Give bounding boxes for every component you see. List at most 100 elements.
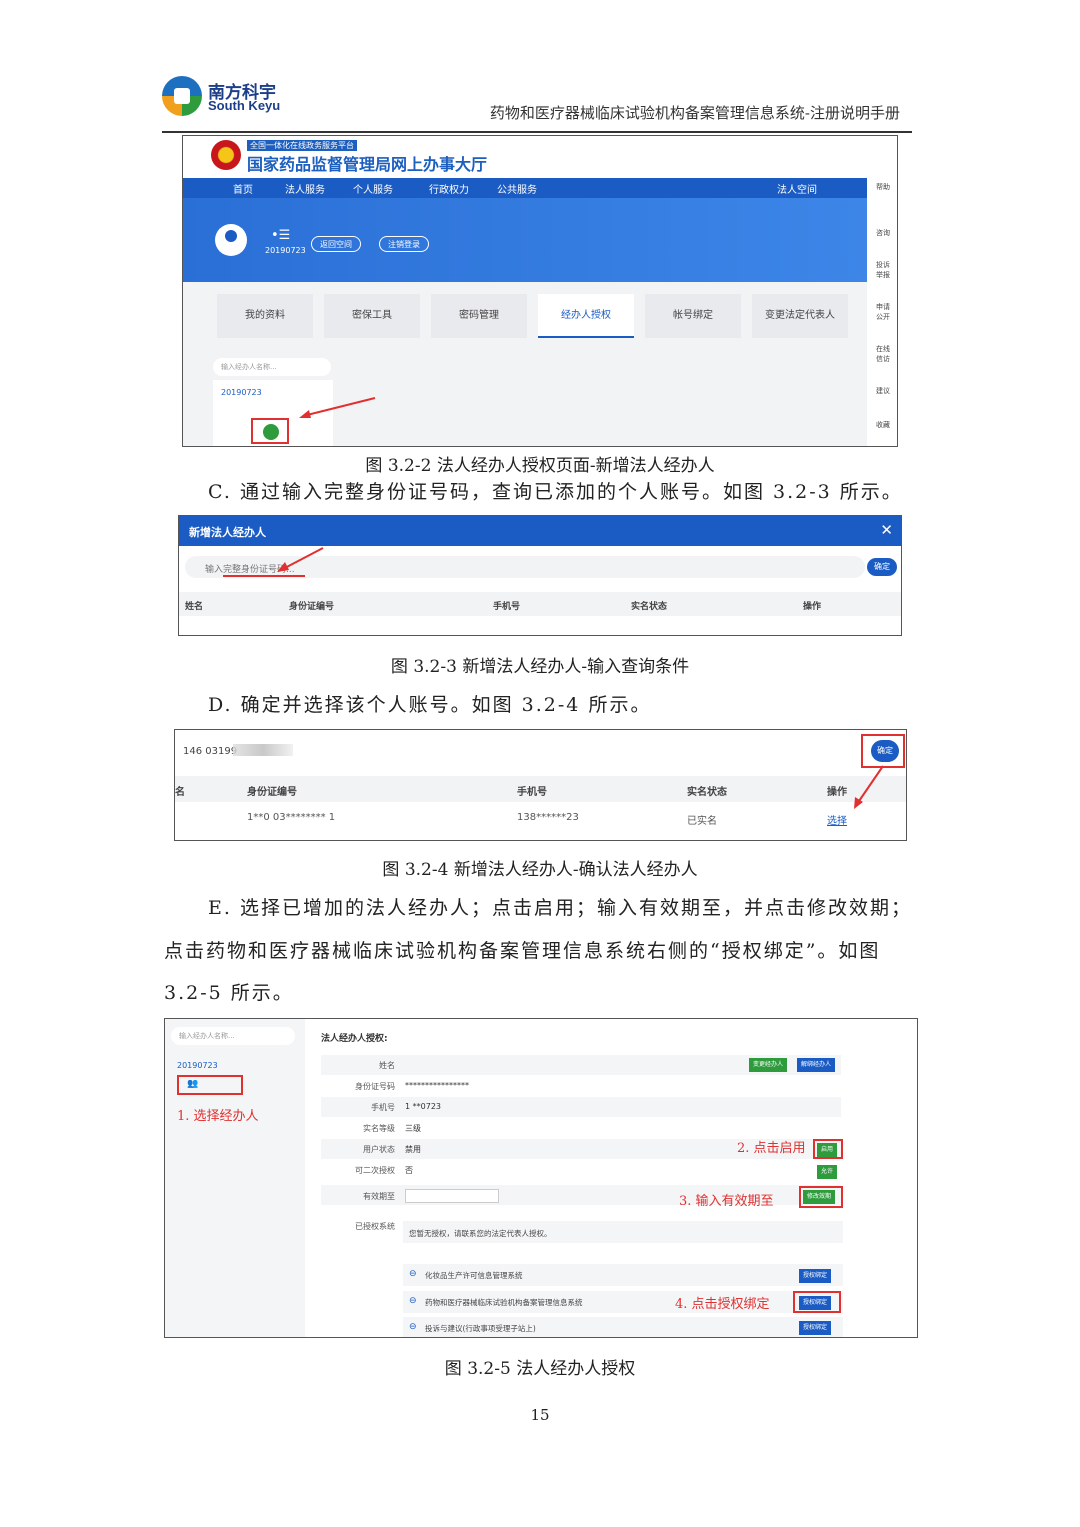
- cell-id-number: 1**0 03******** 1: [247, 812, 336, 823]
- dialog-title: 新增法人经办人: [189, 526, 266, 539]
- cell-phone: 138******23: [517, 812, 579, 823]
- system-name-complaint: 投诉与建议(行政事项受理子站上): [425, 1324, 536, 1333]
- note-select-agent: 1. 选择经办人: [177, 1109, 259, 1124]
- nav-home[interactable]: 首页: [233, 181, 253, 196]
- allow-button[interactable]: 允许: [817, 1165, 838, 1179]
- nav-public-service[interactable]: 公共服务: [497, 181, 537, 196]
- col-name: 姓名: [185, 602, 204, 612]
- col-status: 实名状态: [687, 787, 727, 798]
- back-to-space-button[interactable]: 返回空间: [311, 236, 361, 252]
- avatar: [215, 224, 247, 256]
- paragraph-e-line1: E. 选择已增加的法人经办人；点击启用；输入有效期至，并点击修改效期；: [208, 897, 912, 919]
- agent-search-input[interactable]: 输入经办人名称...: [213, 358, 331, 376]
- annotation-arrow-icon: [277, 547, 324, 572]
- id-search-input[interactable]: 146 03199: [183, 746, 237, 757]
- figure-caption-3-2-4: 图 3.2-4 新增法人经办人-确认法人经办人: [382, 860, 698, 880]
- annotation-arrow-icon: [854, 765, 884, 809]
- link-icon: ⊖: [409, 1296, 417, 1306]
- figure-3-2-2: 全国一体化在线政务服务平台 国家药品监督管理局网上办事大厅 首页 法人服务 个人…: [182, 135, 898, 447]
- value-resubauth: 否: [405, 1166, 413, 1175]
- col-id-number: 身份证编号: [289, 602, 335, 612]
- logout-button[interactable]: 注销登录: [379, 236, 429, 252]
- paragraph-d: D. 确定并选择该个人账号。如图 3.2-4 所示。: [208, 694, 652, 716]
- agent-search-input[interactable]: 输入经办人名称...: [171, 1027, 295, 1045]
- close-icon[interactable]: ✕: [880, 521, 893, 539]
- redaction-blur: [233, 744, 293, 756]
- side-favorite[interactable]: 收藏: [873, 420, 893, 430]
- value-id-number: ****************: [405, 1081, 469, 1090]
- nav-legal-service[interactable]: 法人服务: [285, 181, 325, 196]
- tab-agent-authorization[interactable]: 经办人授权: [538, 294, 634, 338]
- link-icon: ⊖: [409, 1322, 417, 1332]
- highlight-box: [813, 1139, 843, 1159]
- cell-status: 已实名: [687, 816, 717, 827]
- annotation-underline: [223, 575, 305, 577]
- nav-personal-service[interactable]: 个人服务: [353, 181, 393, 196]
- tree-node-id[interactable]: 20190723: [177, 1061, 218, 1070]
- tab-change-legal-rep[interactable]: 变更法定代表人: [752, 294, 848, 338]
- logo-en-text: South Keyu: [208, 98, 281, 113]
- tab-my-profile[interactable]: 我的资料: [217, 294, 313, 338]
- figure-caption-3-2-2: 图 3.2-2 法人经办人授权页面-新增法人经办人: [365, 456, 715, 476]
- highlight-box: [799, 1186, 843, 1208]
- label-realname-level: 实名等级: [363, 1124, 395, 1133]
- unbind-agent-button[interactable]: 解绑经办人: [797, 1058, 836, 1072]
- panel-heading: 法人经办人授权:: [321, 1034, 388, 1044]
- change-agent-button[interactable]: 变更经办人: [749, 1058, 788, 1072]
- no-auth-message: 您暂无授权，请联系您的法定代表人授权。: [409, 1229, 552, 1238]
- note-click-bind: 4. 点击授权绑定: [675, 1297, 770, 1312]
- figure-3-2-4: 146 03199 确定 名 身份证编号 手机号 实名状态 操作 1**0 03…: [174, 729, 907, 841]
- highlight-box: [861, 734, 905, 768]
- agent-group-icon[interactable]: 👥: [187, 1079, 198, 1089]
- annotation-arrow-icon: [299, 397, 376, 418]
- highlight-box: [793, 1291, 841, 1313]
- nav-legal-space[interactable]: 法人空间: [777, 181, 817, 196]
- side-petition[interactable]: 在线信访: [873, 344, 893, 364]
- col-action: 操作: [827, 787, 847, 798]
- paragraph-e-line3: 3.2-5 所示。: [164, 982, 294, 1004]
- tab-security-tools[interactable]: 密保工具: [324, 294, 420, 338]
- add-agent-icon[interactable]: [263, 424, 279, 440]
- label-phone: 手机号: [371, 1103, 395, 1112]
- link-icon: ⊖: [409, 1269, 417, 1279]
- tab-account-binding[interactable]: 帐号绑定: [645, 294, 741, 338]
- label-id-number: 身份证号码: [355, 1082, 395, 1091]
- col-status: 实名状态: [631, 602, 668, 612]
- figure-caption-3-2-3: 图 3.2-3 新增法人经办人-输入查询条件: [390, 657, 690, 677]
- figure-caption-3-2-5: 图 3.2-5 法人经办人授权: [444, 1359, 636, 1379]
- confirm-button[interactable]: 确定: [867, 558, 897, 576]
- dialog-header: [179, 516, 901, 546]
- user-id: 20190723: [265, 246, 306, 255]
- tree-node-id[interactable]: 20190723: [221, 388, 262, 397]
- tab-password[interactable]: 密码管理: [431, 294, 527, 338]
- document-title: 药物和医疗器械临床试验机构备案管理信息系统-注册说明手册: [489, 104, 900, 122]
- side-complaint[interactable]: 投诉举报: [873, 260, 893, 280]
- side-help[interactable]: 帮助: [873, 182, 893, 192]
- side-consult[interactable]: 咨询: [873, 228, 893, 238]
- row-bg: [321, 1097, 841, 1117]
- valid-until-input[interactable]: [405, 1189, 499, 1203]
- bind-button-complaint[interactable]: 授权绑定: [799, 1321, 832, 1335]
- label-name: 姓名: [379, 1061, 395, 1070]
- page-number: 15: [530, 1406, 550, 1424]
- select-link[interactable]: 选择: [827, 812, 847, 827]
- label-valid-until: 有效期至: [363, 1192, 395, 1201]
- figure-3-2-5: 输入经办人名称... 20190723 👥 1. 选择经办人 法人经办人授权: …: [164, 1018, 918, 1338]
- system-name-clinical: 药物和医疗器械临床试验机构备案管理信息系统: [425, 1298, 583, 1307]
- menu-icon[interactable]: •☰: [271, 228, 290, 243]
- label-authorized-systems: 已授权系统: [355, 1222, 395, 1231]
- bind-button-cosmetics[interactable]: 授权绑定: [799, 1269, 832, 1283]
- side-disclosure[interactable]: 申请公开: [873, 302, 893, 322]
- nav-admin-power[interactable]: 行政权力: [429, 181, 469, 196]
- top-nav: 首页 法人服务 个人服务 行政权力 公共服务 法人空间: [183, 178, 867, 198]
- col-id-number: 身份证编号: [247, 787, 297, 798]
- header-divider: [162, 131, 912, 133]
- paragraph-c: C. 通过输入完整身份证号码，查询已添加的个人账号。如图 3.2-3 所示。: [208, 481, 903, 503]
- label-user-status: 用户状态: [363, 1145, 395, 1154]
- system-name-cosmetics: 化妆品生产许可信息管理系统: [425, 1271, 523, 1280]
- side-suggestion[interactable]: 建议: [873, 386, 893, 396]
- banner-title: 国家药品监督管理局网上办事大厅: [247, 155, 488, 174]
- value-realname-level: 三级: [405, 1124, 421, 1133]
- note-click-enable: 2. 点击启用: [737, 1141, 806, 1156]
- value-user-status: 禁用: [405, 1145, 421, 1154]
